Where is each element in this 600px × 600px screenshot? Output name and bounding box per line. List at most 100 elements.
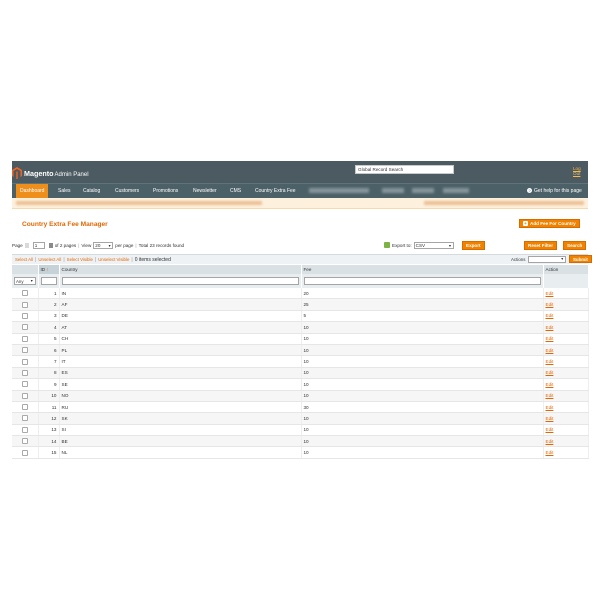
edit-link[interactable]: Edit [546,370,554,375]
search-button[interactable]: Search [563,241,587,250]
table-row[interactable]: 6 PL 10 Edit [12,344,589,357]
edit-link[interactable]: Edit [546,427,554,432]
row-checkbox[interactable] [21,404,28,411]
edit-link[interactable]: Edit [546,325,554,330]
table-row[interactable]: 9 SE 10 Edit [12,378,589,391]
row-checkbox[interactable] [21,312,28,319]
row-checkbox[interactable] [21,381,28,388]
table-row[interactable]: 11 RU 30 Edit [12,401,589,414]
add-fee-label: Add Fee For Country [530,221,576,226]
add-fee-button[interactable]: Add Fee For Country [519,219,580,228]
nav-item-catalog[interactable]: Catalog [83,184,100,198]
edit-link[interactable]: Edit [546,302,554,307]
column-header-country[interactable]: Country [59,265,302,274]
table-row[interactable]: 14 BE 10 Edit [12,435,589,448]
row-checkbox[interactable] [21,335,28,342]
row-checkbox[interactable] [21,358,28,365]
edit-link[interactable]: Edit [546,450,554,455]
row-checkbox[interactable] [21,324,28,331]
id-filter-input[interactable] [40,277,57,285]
table-row[interactable]: 2 AF 25 Edit [12,298,589,311]
cell-country: SE [59,378,302,391]
cell-country: NL [59,446,302,459]
country-filter-input[interactable] [61,277,299,285]
row-checkbox[interactable] [21,438,28,445]
export-icon [384,242,390,248]
nav-item-country-extra-fee[interactable]: Country Extra Fee [255,184,296,198]
export-button[interactable]: Export [462,241,485,250]
row-checkbox[interactable] [21,415,28,422]
page-input[interactable]: 1 [32,241,45,249]
next-page-icon[interactable] [48,242,53,248]
table-row[interactable]: 7 IT 10 Edit [12,355,589,368]
edit-link[interactable]: Edit [546,405,554,410]
pager: Page 1 of 2 pages | View 20 per page | T… [12,241,184,249]
table-row[interactable]: 10 NO 10 Edit [12,390,589,402]
cell-id: 7 [38,355,60,368]
cell-id: 2 [38,298,60,311]
table-row[interactable]: 4 AT 10 Edit [12,321,589,334]
edit-link[interactable]: Edit [546,313,554,318]
export-format-select[interactable]: CSV [413,241,454,249]
nav-item-blurred[interactable] [412,188,434,193]
row-checkbox[interactable] [21,369,28,376]
select-all-link[interactable]: Select All [15,257,33,262]
export-label: Export to: [392,242,412,248]
sort-arrow-icon: ↑ [46,267,49,272]
edit-link[interactable]: Edit [546,291,554,296]
edit-link[interactable]: Edit [546,382,554,387]
row-checkbox[interactable] [21,426,28,433]
row-checkbox[interactable] [21,347,28,354]
edit-link[interactable]: Edit [546,393,554,398]
table-row[interactable]: 13 SI 10 Edit [12,424,589,437]
checkbox-filter-select[interactable]: Any [14,277,36,285]
edit-link[interactable]: Edit [546,348,554,353]
nav-item-blurred[interactable] [443,188,469,193]
edit-link[interactable]: Edit [546,416,554,421]
nav-item-cms[interactable]: CMS [230,184,241,198]
row-checkbox[interactable] [21,301,28,308]
nav-item-sales[interactable]: Sales [58,184,71,198]
row-checkbox[interactable] [21,290,28,297]
table-row[interactable]: 3 DE 5 Edit [12,310,589,323]
logo-brand: Magento [24,168,54,178]
select-visible-link[interactable]: Select Visible [67,257,93,262]
fee-filter-input[interactable] [303,277,541,285]
nav-item-dashboard[interactable]: Dashboard [16,184,49,198]
notification-links[interactable] [424,201,584,205]
edit-link[interactable]: Edit [546,336,554,341]
column-header-fee[interactable]: Fee [301,265,544,274]
row-checkbox[interactable] [21,392,28,399]
logout-link[interactable]: Log Out [573,166,588,176]
reset-filter-button[interactable]: Reset Filter [524,241,558,250]
row-checkbox[interactable] [21,449,28,456]
unselect-all-link[interactable]: Unselect All [38,257,61,262]
cell-id: 12 [38,412,60,425]
table-row[interactable]: 15 NL 10 Edit [12,446,589,459]
column-header-id[interactable]: ID ↑ [38,265,60,274]
submit-button[interactable]: Submit [569,255,592,263]
nav-item-promotions[interactable]: Promotions [153,184,178,198]
unselect-visible-link[interactable]: Unselect Visible [98,257,129,262]
cell-fee: 10 [301,412,544,425]
cell-fee: 10 [301,333,544,345]
edit-link[interactable]: Edit [546,359,554,364]
cell-id: 5 [38,333,60,345]
nav-item-newsletter[interactable]: Newsletter [193,184,217,198]
table-row[interactable]: 1 IN 20 Edit [12,288,589,300]
edit-link[interactable]: Edit [546,439,554,444]
nav-item-blurred[interactable] [309,188,369,193]
magento-logo[interactable]: MagentoAdmin Panel [12,167,89,179]
nav-item-blurred[interactable] [382,188,404,193]
nav-item-customers[interactable]: Customers [115,184,139,198]
per-page-select[interactable]: 20 [93,241,114,249]
table-row[interactable]: 12 SK 10 Edit [12,412,589,425]
actions-select[interactable] [528,256,566,263]
help-link[interactable]: ? Get help for this page [527,184,582,198]
export-controls: Export to: CSV [384,241,454,249]
prev-page-icon[interactable] [24,242,29,248]
cell-id: 3 [38,310,60,323]
global-search-input[interactable]: Global Record Search [355,165,454,174]
table-row[interactable]: 5 CH 10 Edit [12,333,589,345]
table-row[interactable]: 8 ES 10 Edit [12,367,589,380]
